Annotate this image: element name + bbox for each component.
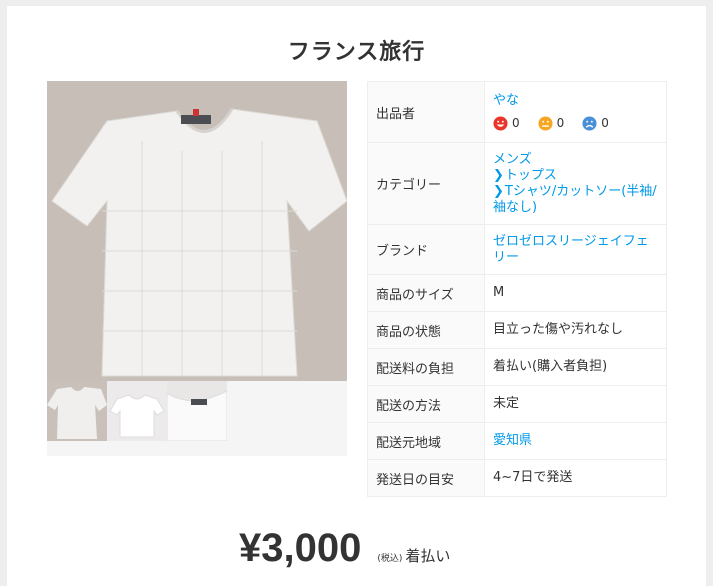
size-value: M bbox=[484, 274, 667, 312]
category-link-2-text: トップス bbox=[504, 167, 557, 183]
seller-name-link[interactable]: やな bbox=[493, 93, 658, 109]
ship-days-value: 4~7日で発送 bbox=[484, 459, 667, 497]
shipping-method-label: 配送の方法 bbox=[367, 385, 485, 423]
row-shipping-method: 配送の方法 未定 bbox=[367, 385, 667, 423]
main-photo[interactable] bbox=[47, 81, 347, 381]
thumbnail-2[interactable] bbox=[107, 381, 167, 441]
rating-normal: 0 bbox=[538, 115, 565, 131]
rating-good-count: 0 bbox=[512, 116, 520, 130]
brand-label: ブランド bbox=[367, 224, 485, 275]
item-title: フランス旅行 bbox=[287, 40, 426, 65]
item-card: フランス旅行 出品者 やな 0 0 0 カテゴリー メンズ ❯トップス ❯Tシャ… bbox=[7, 6, 706, 586]
thumbnail-3[interactable] bbox=[167, 381, 227, 441]
sad-face-icon bbox=[582, 115, 597, 131]
rating-bad-count: 0 bbox=[601, 116, 609, 130]
origin-link[interactable]: 愛知県 bbox=[493, 433, 532, 448]
rating-good: 0 bbox=[493, 115, 520, 131]
category-label: カテゴリー bbox=[367, 142, 485, 225]
price-row: ¥3,000 (税込) 着払い bbox=[239, 526, 450, 576]
seller-label: 出品者 bbox=[367, 81, 485, 143]
category-link-3[interactable]: ❯Tシャツ/カットソー(半袖/袖なし) bbox=[493, 184, 658, 216]
seller-cell: やな 0 0 0 bbox=[484, 81, 667, 143]
thumbnail-1-image bbox=[47, 387, 107, 439]
shipping-method-value: 未定 bbox=[484, 385, 667, 423]
shipping-fee-value: 着払い(購入者負担) bbox=[484, 348, 667, 386]
size-label: 商品のサイズ bbox=[367, 274, 485, 312]
thumbnail-2-image bbox=[109, 394, 165, 438]
tax-note: (税込) bbox=[377, 554, 403, 564]
row-category: カテゴリー メンズ ❯トップス ❯Tシャツ/カットソー(半袖/袖なし) bbox=[367, 142, 667, 225]
brand-link[interactable]: ゼロゼロスリージェイフェリー bbox=[493, 234, 658, 266]
category-link-3-text: Tシャツ/カットソー(半袖/袖なし) bbox=[493, 183, 657, 215]
thumbnail-3-image bbox=[167, 381, 227, 441]
row-shipping-fee: 配送料の負担 着払い(購入者負担) bbox=[367, 348, 667, 386]
seller-ratings: 0 0 0 bbox=[493, 115, 658, 131]
rating-bad: 0 bbox=[582, 115, 609, 131]
origin-cell: 愛知県 bbox=[484, 422, 667, 460]
neutral-face-icon bbox=[538, 115, 553, 131]
row-ship-days: 発送日の目安 4~7日で発送 bbox=[367, 459, 667, 497]
chevron-right-icon: ❯ bbox=[493, 183, 504, 199]
row-condition: 商品の状態 目立った傷や汚れなし bbox=[367, 311, 667, 349]
category-link-2[interactable]: ❯トップス bbox=[493, 168, 658, 184]
thumbnail-1[interactable] bbox=[47, 381, 107, 441]
shipping-fee-label: 配送料の負担 bbox=[367, 348, 485, 386]
condition-value: 目立った傷や汚れなし bbox=[484, 311, 667, 349]
row-origin: 配送元地域 愛知県 bbox=[367, 422, 667, 460]
row-size: 商品のサイズ M bbox=[367, 274, 667, 312]
category-link-1[interactable]: メンズ bbox=[493, 152, 658, 168]
thumbnail-strip bbox=[47, 381, 347, 456]
item-details-table: 出品者 やな 0 0 0 カテゴリー メンズ ❯トップス ❯Tシャツ/カットソー… bbox=[367, 81, 667, 497]
row-seller: 出品者 やな 0 0 0 bbox=[367, 81, 667, 143]
tshirt-photo bbox=[47, 81, 347, 381]
row-brand: ブランド ゼロゼロスリージェイフェリー bbox=[367, 224, 667, 275]
condition-label: 商品の状態 bbox=[367, 311, 485, 349]
shipping-note: 着払い bbox=[405, 547, 451, 565]
brand-cell: ゼロゼロスリージェイフェリー bbox=[484, 224, 667, 275]
category-cell: メンズ ❯トップス ❯Tシャツ/カットソー(半袖/袖なし) bbox=[484, 142, 667, 225]
ship-days-label: 発送日の目安 bbox=[367, 459, 485, 497]
smile-face-icon bbox=[493, 115, 508, 131]
item-price: ¥3,000 bbox=[239, 526, 362, 570]
chevron-right-icon: ❯ bbox=[493, 167, 504, 183]
rating-normal-count: 0 bbox=[556, 116, 565, 130]
origin-label: 配送元地域 bbox=[367, 422, 485, 460]
